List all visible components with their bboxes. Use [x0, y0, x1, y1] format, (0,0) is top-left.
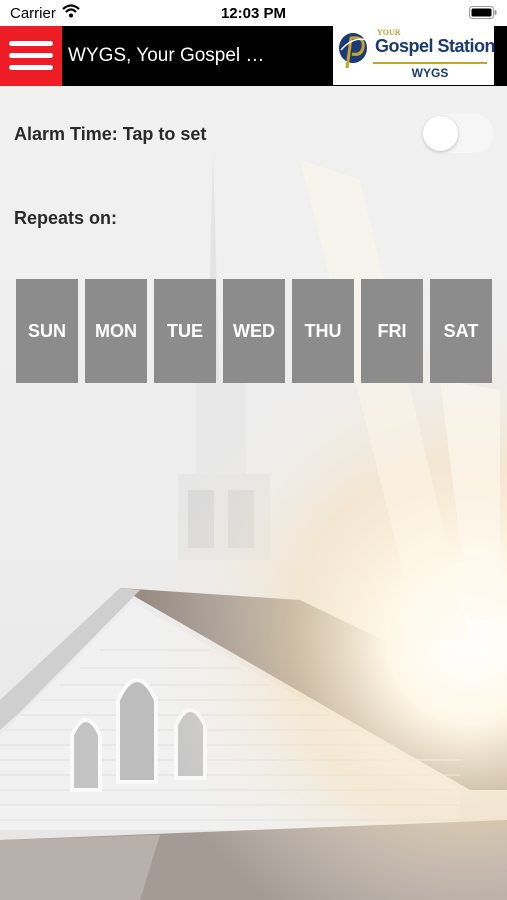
alarm-time-button[interactable]: Alarm Time: Tap to set	[14, 124, 206, 145]
day-button-sat[interactable]: SAT	[430, 279, 492, 383]
station-title: WYGS, Your Gospel …	[68, 45, 265, 66]
logo-callsign-text: WYGS	[411, 66, 449, 80]
day-button-thu[interactable]: THU	[292, 279, 354, 383]
day-button-wed[interactable]: WED	[223, 279, 285, 383]
battery-icon	[469, 6, 497, 24]
day-button-sun[interactable]: SUN	[16, 279, 78, 383]
logo-name-text: Gospel Station	[375, 36, 496, 56]
station-logo-icon	[339, 33, 368, 69]
status-bar: Carrier 12:03 PM	[0, 0, 507, 26]
repeats-label: Repeats on:	[14, 208, 118, 228]
status-time: 12:03 PM	[220, 5, 287, 22]
day-selector: SUN MON TUE WED THU FRI SAT	[16, 279, 492, 383]
toggle-knob	[423, 116, 458, 151]
logo-divider	[373, 62, 487, 64]
hamburger-menu-button[interactable]	[0, 26, 62, 86]
navigation-bar: WYGS, Your Gospel … YOUR Gospel Station …	[0, 26, 507, 86]
day-button-tue[interactable]: TUE	[154, 279, 216, 383]
day-button-mon[interactable]: MON	[85, 279, 147, 383]
day-button-fri[interactable]: FRI	[361, 279, 423, 383]
menu-bar-icon	[9, 65, 53, 70]
menu-bar-icon	[9, 41, 53, 46]
menu-bar-icon	[9, 53, 53, 58]
station-logo[interactable]: YOUR Gospel Station WYGS	[333, 26, 496, 85]
alarm-toggle[interactable]	[421, 114, 494, 153]
